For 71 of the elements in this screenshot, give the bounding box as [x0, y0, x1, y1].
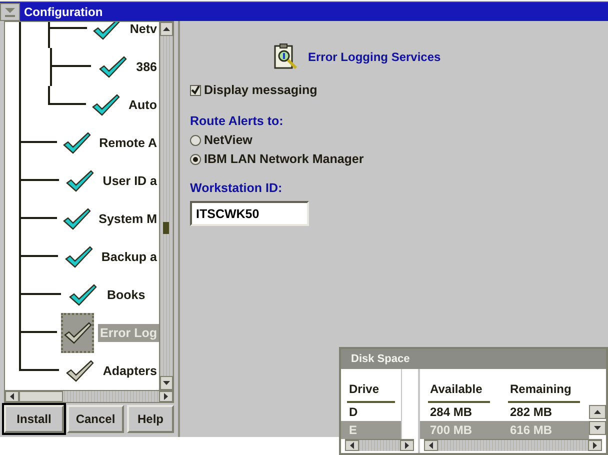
horizontal-scrollbar[interactable]	[345, 439, 414, 451]
button[interactable]: Help	[127, 405, 174, 433]
table-cell-text: 282 MB	[509, 404, 554, 421]
scroll-right-button[interactable]	[159, 391, 173, 402]
table-cell-text: 284 MB	[429, 404, 474, 421]
window-title: Configuration	[24, 4, 103, 20]
check-icon[interactable]	[62, 208, 91, 230]
workstation-id-field[interactable]: ITSCWK50	[190, 201, 309, 226]
right-arrow-icon	[164, 393, 168, 400]
left-arrow-icon	[350, 442, 354, 449]
check-icon[interactable]	[92, 94, 120, 116]
scroll-up-button[interactable]	[160, 22, 173, 36]
radio-label[interactable]: IBM LAN Network Manager	[204, 150, 364, 168]
down-arrow-icon	[594, 426, 601, 430]
field-label: Route Alerts to:	[190, 112, 284, 130]
table-cell-text: 700 MB	[429, 422, 474, 439]
scroll-up-button[interactable]	[589, 405, 606, 419]
field-label: Workstation ID:	[190, 180, 284, 196]
check-icon[interactable]	[98, 56, 127, 78]
check-icon[interactable]	[64, 322, 92, 344]
column-header[interactable]: Available	[428, 375, 490, 403]
scroll-right-button[interactable]	[588, 440, 602, 451]
radio-button[interactable]	[190, 154, 201, 164]
scroll-left-button[interactable]	[424, 440, 438, 451]
right-arrow-icon	[405, 442, 409, 449]
check-icon[interactable]	[64, 246, 93, 268]
right-arrow-icon	[593, 442, 597, 449]
table-cell: E	[341, 421, 401, 439]
tree-item-label[interactable]: Books	[105, 286, 148, 304]
tree-item-label[interactable]: System M	[96, 210, 159, 228]
check-icon[interactable]	[66, 360, 94, 382]
column-header[interactable]: Drive	[347, 375, 395, 403]
scroll-right-button[interactable]	[400, 440, 414, 451]
scroll-thumb[interactable]	[163, 222, 169, 234]
scroll-left-button[interactable]	[5, 391, 19, 402]
button[interactable]: Cancel	[67, 405, 124, 433]
left-arrow-icon	[429, 442, 433, 449]
column-header[interactable]: Remaining	[508, 375, 580, 403]
tree-item-label[interactable]: Remote A	[97, 134, 159, 152]
tree-item-label[interactable]: Backup a	[99, 248, 159, 266]
window-title: Disk Space	[341, 349, 606, 369]
up-arrow-icon	[163, 27, 170, 31]
check-icon[interactable]	[62, 132, 91, 154]
table-cell-text: D	[348, 404, 359, 421]
left-arrow-icon	[10, 393, 14, 400]
section-title: Error Logging Services	[308, 49, 441, 66]
horizontal-scrollbar[interactable]	[424, 439, 602, 451]
scroll-down-button[interactable]	[589, 421, 606, 435]
menu-icon	[4, 6, 16, 16]
tree-item-label[interactable]: Netv	[128, 22, 159, 38]
clipboard-magnifier-icon	[272, 43, 300, 71]
radio-label[interactable]: NetView	[204, 130, 252, 150]
check-icon[interactable]	[66, 170, 94, 192]
tree-item-label[interactable]: Auto	[126, 96, 159, 114]
scroll-down-button[interactable]	[160, 376, 173, 390]
up-arrow-icon	[594, 410, 601, 414]
radio-button[interactable]	[190, 134, 201, 146]
tree-item-label[interactable]: 386	[134, 58, 159, 76]
checkbox-label[interactable]: Display messaging	[204, 81, 318, 100]
checkbox[interactable]	[190, 84, 201, 96]
scroll-left-button[interactable]	[345, 440, 359, 451]
tree-item-label[interactable]: User ID a	[100, 172, 159, 190]
vertical-scrollbar[interactable]	[159, 22, 173, 390]
button[interactable]: Install	[4, 405, 64, 433]
horizontal-scrollbar[interactable]	[5, 390, 173, 402]
system-menu-button[interactable]	[0, 2, 20, 20]
down-arrow-icon	[163, 381, 170, 385]
tree-item-label[interactable]: Adapters	[100, 362, 159, 380]
scroll-thumb[interactable]	[19, 391, 63, 402]
check-icon[interactable]	[69, 284, 97, 306]
table-cell-text: 616 MB	[509, 422, 554, 439]
